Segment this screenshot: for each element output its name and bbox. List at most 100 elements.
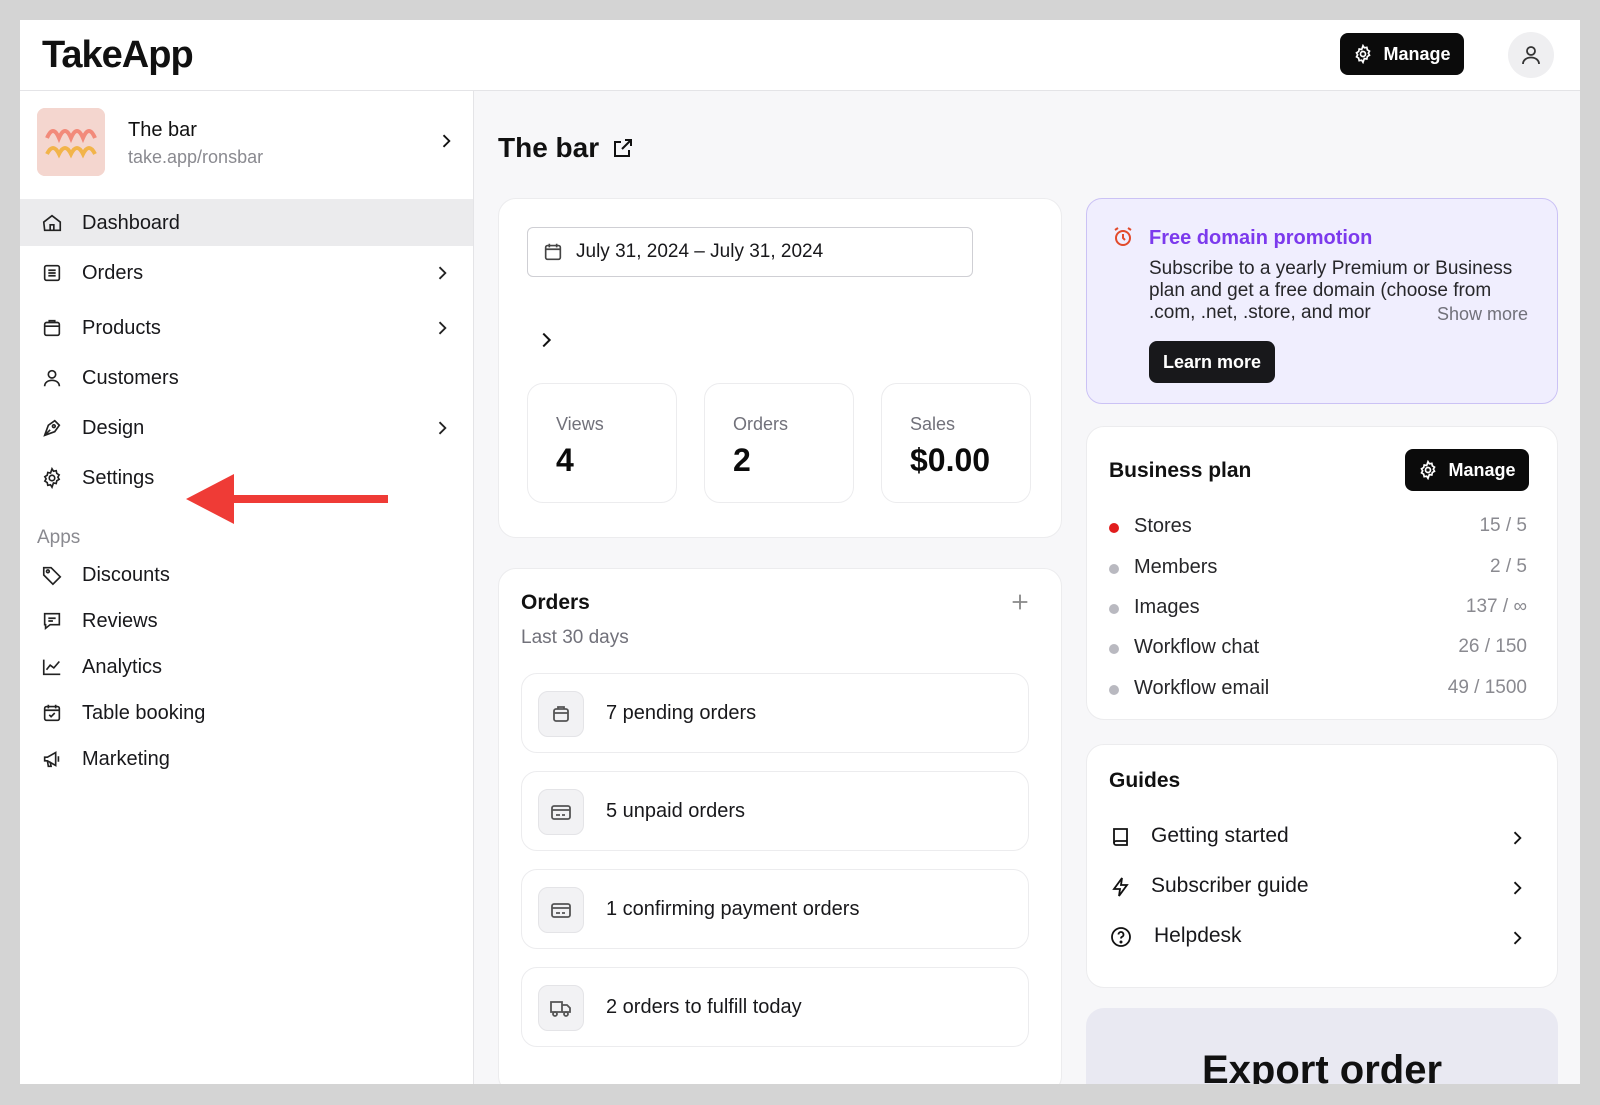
gear-icon — [1420, 460, 1437, 480]
order-row-pending[interactable]: 7 pending orders — [521, 673, 1029, 753]
order-row-fulfill[interactable]: 2 orders to fulfill today — [521, 967, 1029, 1047]
plan-row-name: Members — [1134, 556, 1218, 578]
sidebar-item-label: Analytics — [82, 655, 163, 678]
sidebar-item-reviews[interactable]: Reviews — [20, 598, 473, 644]
sidebar-item-table-booking[interactable]: Table booking — [20, 690, 473, 736]
chevron-right-icon — [442, 134, 451, 148]
credit-card-icon — [538, 789, 584, 835]
calendar-icon — [544, 243, 562, 261]
sidebar-item-label: Settings — [82, 466, 155, 489]
export-order-title: Export order — [1201, 1048, 1443, 1084]
plan-row-value: 26 / 150 — [1458, 636, 1527, 657]
order-row-confirming[interactable]: 1 confirming payment orders — [521, 869, 1029, 949]
chevron-right-icon — [438, 266, 447, 280]
app-logo[interactable]: TakeApp — [42, 34, 194, 77]
guides-title: Guides — [1109, 769, 1181, 792]
store-name: The bar — [128, 119, 197, 141]
plus-icon[interactable] — [1009, 591, 1031, 613]
date-range-text: July 31, 2024 – July 31, 2024 — [576, 241, 824, 262]
message-icon — [40, 609, 64, 633]
export-order-card[interactable]: Export order — [1086, 1008, 1558, 1084]
header-manage-label: Manage — [1383, 43, 1451, 64]
orders-card-subtitle: Last 30 days — [521, 627, 629, 648]
gear-icon — [1355, 44, 1372, 64]
business-plan-card: Business plan Manage Stores 15 / 5 Membe… — [1086, 426, 1558, 720]
sidebar-item-customers[interactable]: Customers — [20, 355, 473, 401]
sidebar-item-dashboard[interactable]: Dashboard — [20, 200, 473, 246]
user-icon — [40, 366, 64, 390]
guide-helpdesk[interactable]: Helpdesk — [1109, 923, 1527, 953]
gear-icon — [40, 466, 64, 490]
stat-value: 4 — [556, 442, 574, 478]
user-icon — [1522, 46, 1540, 65]
promo-title: Free domain promotion — [1149, 227, 1373, 249]
sidebar-item-orders[interactable]: Orders — [20, 250, 473, 296]
top-bar: TakeApp Manage — [20, 20, 1580, 91]
chevron-right-icon[interactable] — [535, 329, 557, 351]
sidebar-item-label: Orders — [82, 261, 144, 284]
plan-row-images: Images 137 / ∞ — [1109, 596, 1527, 622]
sidebar-item-label: Reviews — [82, 609, 158, 632]
store-logo — [37, 108, 105, 176]
sidebar-item-label: Marketing — [82, 747, 170, 770]
chevron-right-icon — [1513, 881, 1522, 895]
stat-orders: Orders 2 — [704, 383, 854, 503]
pen-nib-icon — [40, 416, 64, 440]
plan-row-name: Workflow chat — [1134, 636, 1260, 658]
book-icon — [1113, 828, 1128, 846]
page-title-text: The bar — [498, 132, 600, 163]
calendar-check-icon — [40, 701, 64, 725]
megaphone-icon — [40, 747, 64, 771]
home-icon — [40, 211, 64, 235]
sidebar-item-discounts[interactable]: Discounts — [20, 552, 473, 598]
plan-row-name: Workflow email — [1134, 677, 1270, 699]
sidebar-item-analytics[interactable]: Analytics — [20, 644, 473, 690]
plan-title: Business plan — [1109, 459, 1252, 482]
tag-icon — [40, 563, 64, 587]
store-switcher[interactable]: The bar take.app/ronsbar — [20, 91, 473, 200]
stat-value: 2 — [733, 442, 751, 478]
header-manage-button[interactable]: Manage — [1340, 33, 1464, 75]
plan-row-name: Stores — [1134, 515, 1192, 537]
chevron-right-icon — [438, 421, 447, 435]
plan-row-value: 15 / 5 — [1479, 515, 1527, 536]
stat-views: Views 4 — [527, 383, 677, 503]
show-more-link[interactable]: Show more — [1433, 304, 1529, 325]
sidebar-item-label: Dashboard — [82, 211, 180, 234]
order-row-unpaid[interactable]: 5 unpaid orders — [521, 771, 1029, 851]
sidebar-item-marketing[interactable]: Marketing — [20, 736, 473, 782]
order-row-label: 2 orders to fulfill today — [606, 996, 802, 1018]
date-range-picker[interactable]: July 31, 2024 – July 31, 2024 — [527, 227, 973, 277]
plan-row-stores: Stores 15 / 5 — [1109, 515, 1527, 541]
order-row-label: 5 unpaid orders — [606, 800, 745, 822]
plan-manage-button[interactable]: Manage — [1405, 449, 1529, 491]
page-title: The bar — [498, 132, 635, 164]
guide-label: Getting started — [1151, 824, 1289, 847]
stat-label: Orders — [733, 414, 789, 434]
sidebar-item-design[interactable]: Design — [20, 405, 473, 451]
learn-more-button[interactable]: Learn more — [1149, 341, 1275, 383]
user-avatar-button[interactable] — [1508, 32, 1554, 78]
list-icon — [40, 261, 64, 285]
guide-getting-started[interactable]: Getting started — [1109, 823, 1527, 853]
status-dot — [1109, 644, 1119, 654]
chevron-right-icon — [438, 321, 447, 335]
guide-label: Helpdesk — [1154, 924, 1242, 947]
sidebar-item-label: Discounts — [82, 563, 170, 586]
app-window: TakeApp Manage The bar take.app/ronsbar — [20, 20, 1580, 1084]
plan-row-value: 2 / 5 — [1490, 556, 1527, 577]
lightning-icon — [1112, 877, 1129, 897]
chevron-right-icon — [1513, 931, 1522, 945]
sidebar-item-label: Table booking — [82, 701, 206, 724]
annotation-arrow — [186, 474, 388, 524]
chevron-right-icon — [1513, 831, 1522, 845]
sidebar-item-products[interactable]: Products — [20, 305, 473, 351]
plan-row-workflow-chat: Workflow chat 26 / 150 — [1109, 636, 1527, 662]
external-link-icon[interactable] — [611, 136, 635, 160]
status-dot — [1109, 604, 1119, 614]
orders-card: Orders Last 30 days 7 pending orders 5 u… — [498, 568, 1062, 1084]
guide-subscriber[interactable]: Subscriber guide — [1109, 873, 1527, 903]
plan-row-workflow-email: Workflow email 49 / 1500 — [1109, 677, 1527, 703]
chart-line-icon — [40, 655, 64, 679]
status-dot — [1109, 564, 1119, 574]
